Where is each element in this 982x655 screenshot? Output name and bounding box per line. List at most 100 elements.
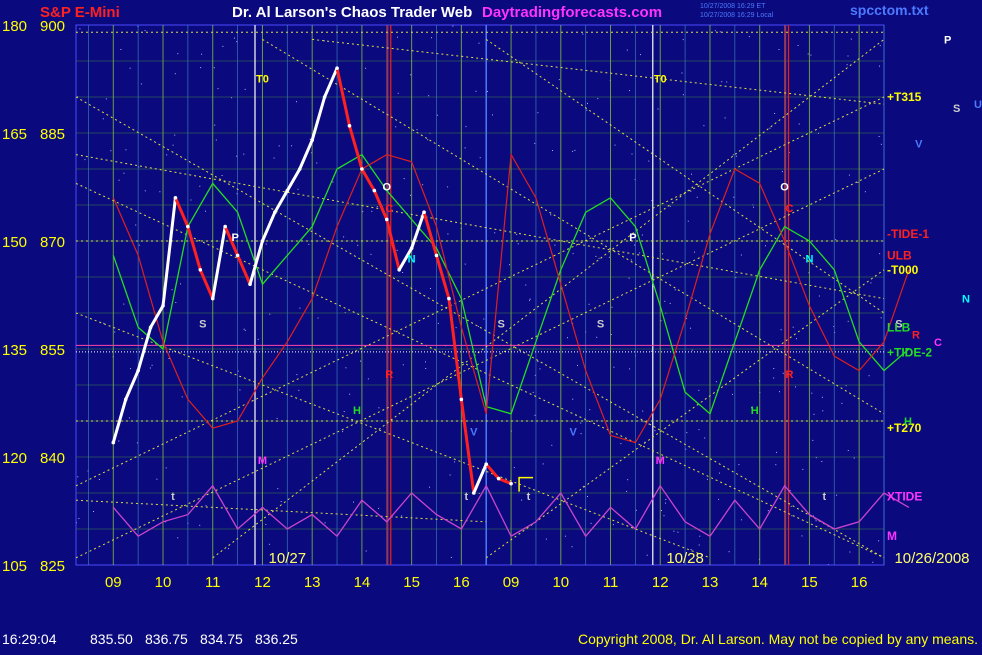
star-dot: [706, 478, 708, 480]
star-dot: [77, 476, 79, 478]
star-dot: [168, 358, 170, 359]
star-dot: [733, 196, 735, 198]
star-dot: [673, 530, 675, 532]
x-tick: 10: [552, 574, 569, 591]
star-dot: [550, 214, 552, 216]
price-point: [260, 239, 265, 243]
star-dot: [140, 83, 142, 85]
star-dot: [149, 367, 151, 369]
star-dot: [280, 501, 282, 502]
price-point: [422, 210, 426, 214]
right-label: -TIDE-1: [887, 227, 929, 241]
y-tick-price: 870: [40, 234, 65, 251]
line-label: M: [258, 455, 267, 467]
star-dot: [395, 126, 397, 128]
price-point: [111, 440, 116, 445]
star-dot: [365, 67, 367, 69]
star-dot: [635, 509, 637, 511]
star-dot: [199, 185, 201, 187]
star-dot: [567, 337, 568, 339]
star-dot: [682, 94, 684, 96]
star-dot: [654, 430, 656, 432]
price-point: [285, 188, 290, 193]
star-dot: [880, 143, 882, 145]
star-dot: [475, 90, 477, 92]
star-dot: [728, 551, 730, 553]
star-dot: [492, 114, 493, 116]
star-dot: [360, 360, 361, 362]
right-label: LLB: [887, 320, 911, 334]
star-dot: [105, 98, 107, 100]
star-dot: [245, 350, 247, 352]
star-dot: [447, 233, 449, 235]
price-point: [235, 253, 240, 258]
star-dot: [539, 368, 541, 370]
star-dot: [580, 422, 582, 424]
star-dot: [205, 505, 207, 507]
star-dot: [564, 535, 566, 537]
price-point: [447, 296, 451, 301]
right-label: XTIDE: [887, 490, 922, 504]
star-dot: [853, 457, 855, 459]
star-dot: [612, 524, 614, 526]
star-dot: [291, 145, 293, 147]
star-dot: [130, 368, 131, 370]
star-dot: [84, 159, 86, 161]
star-dot: [343, 236, 345, 238]
star-dot: [534, 414, 536, 416]
star-dot: [821, 396, 823, 398]
x-tick: 14: [751, 574, 768, 591]
star-dot: [324, 522, 326, 524]
right-letter: U: [974, 99, 982, 111]
star-dot: [342, 431, 344, 433]
star-dot: [317, 317, 319, 319]
star-dot: [177, 537, 179, 539]
line-label: C: [385, 203, 393, 215]
star-dot: [665, 499, 667, 500]
line-label: S: [597, 318, 604, 330]
star-dot: [159, 191, 161, 193]
star-dot: [450, 556, 452, 558]
star-dot: [682, 39, 684, 41]
star-dot: [690, 190, 692, 192]
star-dot: [243, 328, 245, 330]
star-dot: [123, 172, 125, 174]
price-point: [198, 268, 203, 272]
star-dot: [371, 210, 373, 212]
star-dot: [213, 67, 215, 69]
star-dot: [118, 179, 120, 181]
star-dot: [691, 173, 692, 175]
star-dot: [821, 461, 823, 462]
star-dot: [265, 243, 267, 245]
star-dot: [836, 494, 838, 496]
star-dot: [214, 124, 216, 126]
chart-background: [0, 0, 982, 650]
right-letter: C: [934, 337, 942, 349]
star-dot: [572, 253, 574, 255]
star-dot: [781, 171, 783, 173]
y-tick-price: 825: [40, 558, 65, 575]
price-chart[interactable]: T0 T0P PO OC CN NS S S SR RH HV VM Mt t t tV+T315-TIDE-…: [0, 0, 982, 650]
star-dot: [870, 282, 872, 284]
y-tick-secondary: 165: [2, 126, 27, 143]
star-dot: [811, 392, 813, 394]
star-dot: [773, 377, 775, 379]
star-dot: [190, 199, 192, 201]
star-dot: [118, 440, 120, 442]
star-dot: [521, 499, 523, 501]
star-dot: [640, 54, 641, 56]
star-dot: [595, 255, 597, 257]
x-tick: 15: [801, 574, 818, 591]
star-dot: [138, 244, 140, 246]
timestamp-et: 10/27/2008 16:29 ET: [700, 3, 766, 10]
star-dot: [464, 147, 466, 149]
right-letter: P: [944, 34, 951, 46]
star-dot: [614, 144, 616, 146]
y-tick-price: 885: [40, 126, 65, 143]
line-label: O: [780, 182, 789, 194]
star-dot: [748, 36, 750, 38]
star-dot: [822, 410, 824, 412]
star-dot: [657, 108, 659, 110]
line-label: S: [497, 318, 504, 330]
star-dot: [796, 338, 797, 340]
